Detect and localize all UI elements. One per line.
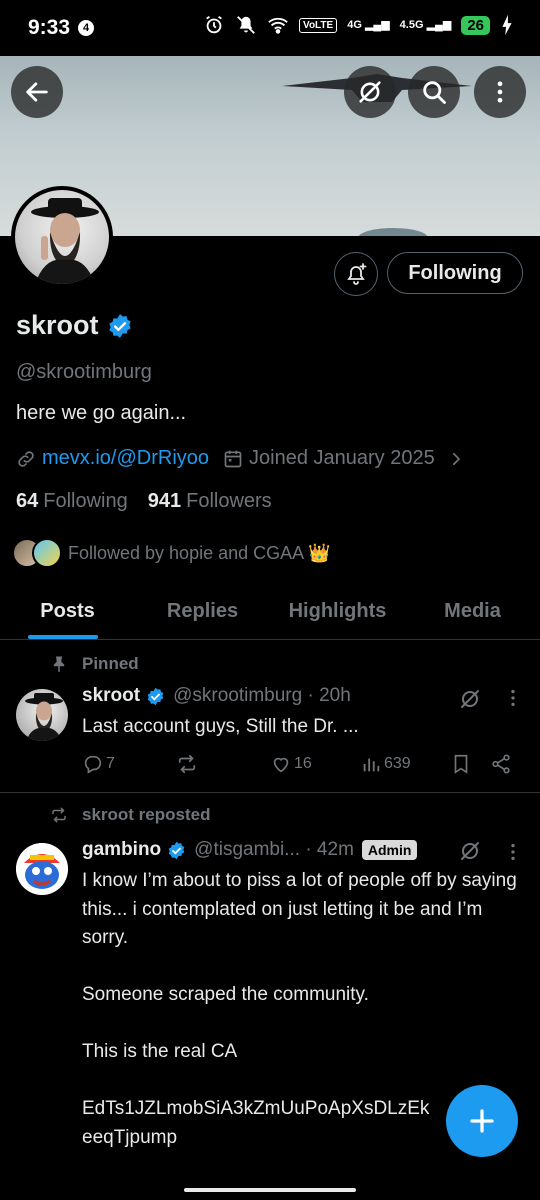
follow-counts: 64 Following 941 Followers <box>16 490 272 513</box>
profile-display-name: skroot <box>16 310 133 341</box>
reply-icon <box>84 755 102 774</box>
post-handle-time: @skrootimburg · 20h <box>173 685 351 706</box>
post-context-pinned: Pinned <box>50 654 139 674</box>
gesture-home-bar[interactable] <box>184 1188 356 1192</box>
grok-icon <box>359 81 381 103</box>
post-avatar[interactable] <box>16 689 68 741</box>
calendar-icon <box>224 450 242 467</box>
post-text: Last account guys, Still the Dr. ... <box>82 716 359 737</box>
bookmark-button[interactable] <box>450 753 490 775</box>
profile-meta: mevx.io/@DrRiyoo Joined January 2025 <box>16 447 465 470</box>
banner-dome-image <box>358 228 428 236</box>
avatar-portrait-image <box>25 693 63 741</box>
profile-bio: here we go again... <box>16 402 187 424</box>
profile-tabs: Posts Replies Highlights Media <box>0 584 540 640</box>
plus-icon <box>470 1109 494 1133</box>
post-avatar[interactable] <box>16 843 68 895</box>
verified-badge-icon <box>147 687 164 705</box>
more-options-button[interactable] <box>474 66 526 118</box>
share-icon <box>492 754 510 774</box>
verified-badge-icon <box>108 313 131 338</box>
like-count: 16 <box>294 755 312 772</box>
views-icon <box>363 758 380 772</box>
follower-avatar <box>32 538 62 568</box>
bookmark-icon <box>454 754 468 774</box>
following-count-link[interactable]: 64 Following <box>16 490 128 513</box>
verified-badge-icon <box>168 841 185 859</box>
profile-link[interactable]: mevx.io/@DrRiyoo <box>42 447 209 470</box>
tab-posts[interactable]: Posts <box>0 584 135 639</box>
followed-by-row[interactable]: Followed by hopie and CGAA 👑 <box>12 538 331 568</box>
back-button[interactable] <box>11 66 63 118</box>
avatar-frog-image <box>16 843 68 895</box>
grok-icon[interactable] <box>458 839 482 863</box>
notifications-bell-button[interactable] <box>334 252 378 296</box>
sim1-signal: 4G ▂▄▆ <box>347 18 390 31</box>
pin-icon <box>53 656 65 673</box>
search-button[interactable] <box>408 66 460 118</box>
view-count: 639 <box>384 755 411 772</box>
alarm-icon <box>206 15 222 34</box>
link-icon <box>18 450 34 467</box>
admin-badge: Admin <box>361 840 418 860</box>
repost-icon <box>52 807 66 823</box>
post-header: skroot @skrootimburg · 20h <box>82 685 351 707</box>
profile-avatar[interactable] <box>11 186 113 288</box>
post-header: gambino @tisgambi... · 42m Admin <box>82 839 418 861</box>
chevron-right-icon[interactable] <box>447 450 465 468</box>
grok-icon[interactable] <box>458 687 482 711</box>
post-more-icon[interactable] <box>502 841 524 863</box>
repost-button[interactable] <box>176 753 270 775</box>
status-icons: VoLTE 4G ▂▄▆ 4.5G ▂▄▆ 26 <box>203 14 514 36</box>
post-context-repost: skroot reposted <box>50 805 210 825</box>
post-author-name[interactable]: skroot <box>82 685 140 707</box>
reply-button[interactable]: 7 <box>82 753 176 775</box>
profile-handle: @skrootimburg <box>16 361 152 383</box>
display-name-text: skroot <box>16 310 99 340</box>
post-author-name[interactable]: gambino <box>82 839 161 861</box>
volte-indicator: VoLTE <box>299 17 338 33</box>
more-vertical-icon <box>497 81 503 103</box>
like-button[interactable]: 16 <box>270 753 360 775</box>
share-button[interactable] <box>490 753 512 775</box>
back-arrow-icon <box>26 82 48 102</box>
bell-plus-icon <box>347 263 367 285</box>
status-bar: 9:33 4 VoLTE 4G ▂▄▆ 4.5G ▂▄▆ 26 <box>0 0 540 56</box>
post-context-text: Pinned <box>82 654 139 673</box>
grok-button[interactable] <box>344 66 396 118</box>
followed-by-text: Followed by hopie and CGAA 👑 <box>68 542 331 563</box>
tab-highlights[interactable]: Highlights <box>270 584 405 639</box>
following-button[interactable]: Following <box>387 252 523 294</box>
notification-count-badge: 4 <box>78 20 95 36</box>
reply-count: 7 <box>106 755 115 772</box>
wifi-icon <box>268 17 288 34</box>
post-handle-time: @tisgambi... · 42m <box>194 839 354 860</box>
followers-count-link[interactable]: 941 Followers <box>148 490 272 513</box>
post-actions: 7 16 639 <box>82 753 522 775</box>
tab-media[interactable]: Media <box>405 584 540 639</box>
avatar-portrait-image <box>31 198 99 284</box>
search-icon <box>423 81 446 104</box>
tab-replies[interactable]: Replies <box>135 584 270 639</box>
charging-icon <box>502 14 512 36</box>
heart-icon <box>273 757 289 773</box>
sim2-signal: 4.5G ▂▄▆ <box>399 18 452 31</box>
post-context-text: skroot reposted <box>82 805 211 824</box>
repost-icon <box>178 754 196 774</box>
joined-date: Joined January 2025 <box>249 447 435 469</box>
post-more-icon[interactable] <box>502 687 524 709</box>
mute-bell-icon <box>237 16 255 34</box>
views-button[interactable]: 639 <box>360 753 450 775</box>
post-pinned[interactable]: Pinned skroot @skrootimburg · 20h Last a… <box>0 641 540 791</box>
battery-level: 26 <box>461 15 490 35</box>
compose-post-button[interactable] <box>446 1085 518 1157</box>
status-time: 9:33 <box>28 16 71 39</box>
